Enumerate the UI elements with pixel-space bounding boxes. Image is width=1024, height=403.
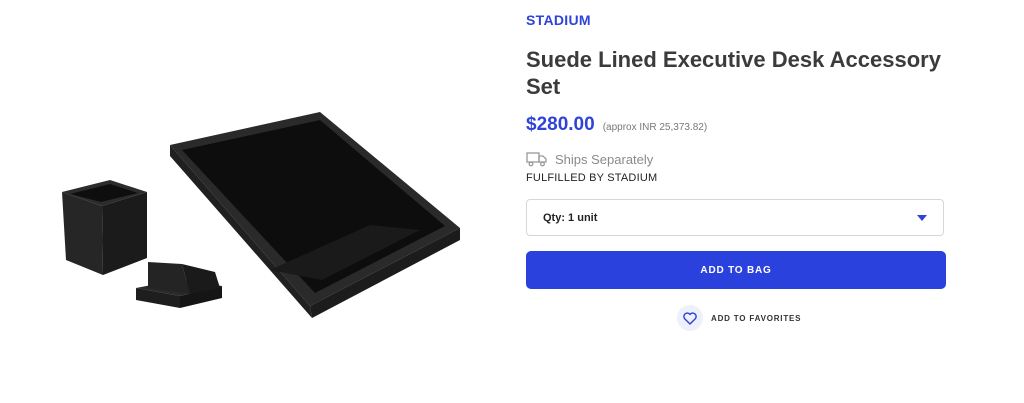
shipping-text: Ships Separately <box>555 151 654 167</box>
product-photo <box>62 112 460 318</box>
quantity-value: Qty: 1 unit <box>543 211 598 224</box>
add-to-favorites-button[interactable]: ADD TO FAVORITES <box>677 305 801 331</box>
shipping-row: Ships Separately <box>526 151 653 167</box>
quantity-select[interactable]: Qty: 1 unit <box>526 199 944 236</box>
chevron-down-icon <box>917 214 927 221</box>
add-to-bag-button[interactable]: ADD TO BAG <box>526 251 946 289</box>
brand-link[interactable]: STADIUM <box>526 12 591 28</box>
truck-icon <box>526 151 548 167</box>
add-to-favorites-label: ADD TO FAVORITES <box>711 313 802 323</box>
price-approx: (approx INR 25,373.82) <box>602 122 708 133</box>
price-row: $280.00 (approx INR 25,373.82) <box>526 114 707 136</box>
price: $280.00 <box>526 114 595 135</box>
fulfilled-by: FULFILLED BY STADIUM <box>526 172 658 184</box>
heart-icon <box>677 305 703 331</box>
product-title: Suede Lined Executive Desk Accessory Set <box>526 47 941 99</box>
product-image <box>40 100 480 340</box>
